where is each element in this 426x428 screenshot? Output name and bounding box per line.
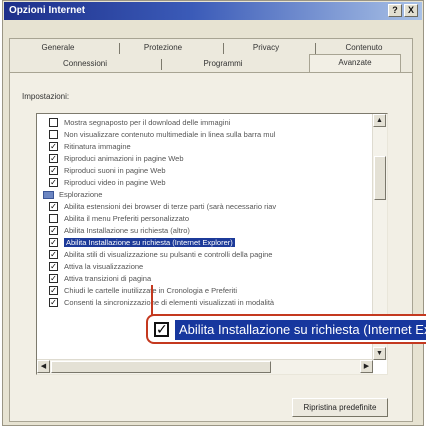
list-item[interactable]: ✓ Attiva la visualizzazione: [49, 261, 143, 272]
list-item[interactable]: ✓ Consenti la sincronizzazione di element…: [49, 297, 274, 308]
checkbox[interactable]: [49, 214, 58, 223]
checkbox-checked[interactable]: ✓: [49, 142, 58, 151]
close-button[interactable]: X: [404, 4, 418, 17]
list-item[interactable]: ✓ Attiva transizioni di pagina: [49, 273, 151, 284]
checkbox-checked[interactable]: ✓: [49, 238, 58, 247]
checkbox-checked[interactable]: ✓: [49, 178, 58, 187]
checkbox-checked[interactable]: ✓: [49, 286, 58, 295]
checkbox-checked[interactable]: ✓: [49, 202, 58, 211]
checkbox-checked[interactable]: ✓: [49, 262, 58, 271]
list-item[interactable]: ✓ Abilita stili di visualizzazione su pul…: [49, 249, 272, 260]
list-item[interactable]: ✓ Riproduci suoni in pagine Web: [49, 165, 166, 176]
title-bar: Opzioni Internet ? X: [4, 2, 422, 20]
window-title: Opzioni Internet: [9, 5, 86, 16]
checkbox-checked-icon: ✓: [154, 321, 169, 337]
callout-selected-text: Abilita Installazione su richiesta (Inte…: [175, 320, 426, 340]
list-item[interactable]: ✓ Riproduci animazioni in pagine Web: [49, 153, 184, 164]
tab-row-2: Connessioni Programmi Avanzate: [9, 54, 413, 72]
checkbox-checked[interactable]: ✓: [49, 274, 58, 283]
scroll-left-arrow-icon[interactable]: ◀: [37, 360, 50, 373]
checkbox[interactable]: [49, 118, 58, 127]
horizontal-scrollbar[interactable]: ◀ ▶: [37, 359, 373, 374]
list-item[interactable]: ✓ Ritinatura immagine: [49, 141, 131, 152]
scroll-up-arrow-icon[interactable]: ▲: [373, 114, 386, 127]
list-item[interactable]: Abilita il menu Preferiti personalizzato: [49, 213, 189, 224]
group-header: Esplorazione: [43, 189, 102, 200]
list-item[interactable]: ✓ Abilita estensioni dei browser di terze…: [49, 201, 276, 212]
tab-generale[interactable]: Generale: [23, 40, 93, 56]
checkbox-checked[interactable]: ✓: [49, 298, 58, 307]
checkbox[interactable]: [49, 130, 58, 139]
list-item-selected[interactable]: ✓ Abilita Installazione su richiesta (Int…: [49, 237, 235, 248]
settings-label: Impostazioni:: [22, 92, 70, 101]
checkbox-checked[interactable]: ✓: [49, 154, 58, 163]
checkbox-checked[interactable]: ✓: [49, 250, 58, 259]
list-item[interactable]: Non visualizzare contenuto multimediale …: [49, 129, 275, 140]
tab-protezione[interactable]: Protezione: [127, 40, 199, 56]
tab-avanzate[interactable]: Avanzate: [309, 54, 401, 72]
tab-programmi[interactable]: Programmi: [171, 56, 275, 72]
help-button[interactable]: ?: [388, 4, 402, 17]
zoom-callout: ✓ Abilita Installazione su richiesta (In…: [146, 314, 426, 344]
list-item[interactable]: Mostra segnaposto per il download delle …: [49, 117, 230, 128]
scroll-right-arrow-icon[interactable]: ▶: [360, 360, 373, 373]
hscroll-thumb[interactable]: [51, 361, 271, 373]
checkbox-checked[interactable]: ✓: [49, 226, 58, 235]
list-item[interactable]: ✓ Abilita Installazione su richiesta (alt…: [49, 225, 190, 236]
tab-privacy[interactable]: Privacy: [231, 40, 301, 56]
list-item[interactable]: ✓ Riproduci video in pagine Web: [49, 177, 166, 188]
scroll-down-arrow-icon[interactable]: ▼: [373, 347, 386, 360]
checkbox-checked[interactable]: ✓: [49, 166, 58, 175]
tab-connessioni[interactable]: Connessioni: [37, 56, 133, 72]
folder-icon: [43, 191, 54, 199]
restore-defaults-button[interactable]: Ripristina predefinite: [292, 398, 388, 417]
scroll-thumb[interactable]: [374, 156, 386, 200]
